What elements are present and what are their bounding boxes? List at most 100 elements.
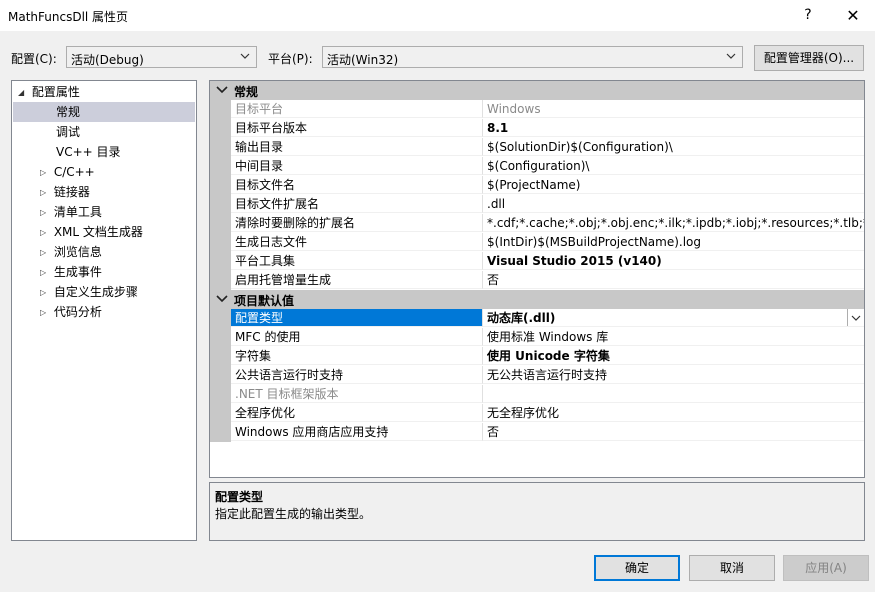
expand-triangle-icon[interactable]: ▷ [40,303,50,323]
tree-item[interactable]: ▷ 自定义生成步骤 [40,282,138,302]
property-value[interactable]: 使用标准 Windows 库 [483,328,864,346]
property-value[interactable]: 无全程序优化 [483,404,864,422]
property-row[interactable]: 生成日志文件 $(IntDir)$(MSBuildProjectName).log [210,233,864,252]
property-row[interactable]: 目标文件名 $(ProjectName) [210,176,864,195]
tree-item[interactable]: ▷ C/C++ [40,162,95,182]
tree-item[interactable]: ▷ 生成事件 [40,262,102,282]
property-value-text: $(SolutionDir)$(Configuration)\ [487,140,673,154]
expand-triangle-icon[interactable]: ▷ [40,203,50,223]
category-title: 常规 [234,85,259,99]
tree-item[interactable]: VC++ 目录 [56,142,121,162]
property-name: 目标文件名 [231,176,483,194]
property-row[interactable]: 中间目录 $(Configuration)\ [210,157,864,176]
title-bar: MathFuncsDll 属性页 ? ✕ [0,0,875,31]
property-name: 目标文件扩展名 [231,195,483,213]
platform-dropdown[interactable]: 活动(Win32) [322,46,743,68]
tree-root-config-properties[interactable]: ◢ 配置属性 [18,82,80,102]
property-row[interactable]: MFC 的使用 使用标准 Windows 库 [210,328,864,347]
property-value[interactable] [483,385,864,403]
tree-item[interactable]: ▷ XML 文档生成器 [40,222,143,242]
property-value[interactable]: 否 [483,423,864,441]
help-button[interactable]: ? [786,0,830,31]
chevron-down-icon[interactable] [216,83,228,97]
tree-item[interactable]: ▷ 浏览信息 [40,242,102,262]
chevron-down-icon [726,53,736,59]
property-value-text: $(IntDir)$(MSBuildProjectName).log [487,235,702,249]
cancel-button[interactable]: 取消 [689,555,775,581]
property-row[interactable]: .NET 目标框架版本 [210,385,864,404]
expand-triangle-icon[interactable]: ▷ [40,263,50,283]
property-value[interactable]: $(ProjectName) [483,176,864,194]
expand-triangle-icon[interactable]: ▷ [40,223,50,243]
description-text: 指定此配置生成的输出类型。 [215,507,372,521]
property-row[interactable]: 输出目录 $(SolutionDir)$(Configuration)\ [210,138,864,157]
property-name: 清除时要删除的扩展名 [231,214,483,232]
property-row[interactable]: 清除时要删除的扩展名 *.cdf;*.cache;*.obj;*.obj.enc;… [210,214,864,233]
value-dropdown-button[interactable] [847,309,864,326]
collapse-triangle-icon[interactable]: ◢ [18,83,28,103]
platform-label: 平台(P): [268,52,313,66]
tree-item[interactable]: 调试 [56,122,80,142]
chevron-down-icon [851,315,861,321]
property-row[interactable]: 目标平台版本 8.1 [210,119,864,138]
row-gutter [210,233,231,252]
grid-category[interactable]: 常规 [210,81,864,100]
property-value[interactable]: .dll [483,195,864,213]
apply-button[interactable]: 应用(A) [783,555,869,581]
property-value[interactable]: 否 [483,271,864,289]
tree-item-label: 调试 [56,125,81,139]
tree-item[interactable]: ▷ 代码分析 [40,302,102,322]
property-value[interactable]: 8.1 [483,119,864,137]
row-gutter [210,252,231,271]
property-value[interactable]: $(IntDir)$(MSBuildProjectName).log [483,233,864,251]
expand-triangle-icon[interactable]: ▷ [40,183,50,203]
property-row[interactable]: 全程序优化 无全程序优化 [210,404,864,423]
ok-button[interactable]: 确定 [594,555,680,581]
tree-item-label: C/C++ [53,165,95,179]
tree-item[interactable]: ▷ 链接器 [40,182,90,202]
property-row[interactable]: 启用托管增量生成否 [210,271,864,290]
expand-triangle-icon[interactable]: ▷ [40,163,50,183]
property-value-text: Windows [487,102,541,116]
row-gutter [210,157,231,176]
property-value[interactable]: $(SolutionDir)$(Configuration)\ [483,138,864,156]
expand-triangle-icon[interactable]: ▷ [40,283,50,303]
property-value[interactable]: *.cdf;*.cache;*.obj;*.obj.enc;*.ilk;*.ip… [483,214,864,232]
property-row[interactable]: 字符集 使用 Unicode 字符集 [210,347,864,366]
row-gutter [210,385,231,404]
tree-item[interactable]: ▷ 清单工具 [40,202,102,222]
property-row[interactable]: 公共语言运行时支持 无公共语言运行时支持 [210,366,864,385]
property-tree: ◢ 配置属性 常规 调试 VC++ 目录 ▷ C/C++ ▷ 链接器 ▷ 清单工具 ▷ XML… [11,80,197,541]
tree-item-label: 自定义生成步骤 [53,285,138,299]
property-name: 生成日志文件 [231,233,483,251]
config-dropdown[interactable]: 活动(Debug) [66,46,257,68]
expand-triangle-icon[interactable]: ▷ [40,243,50,263]
property-value-text: .dll [487,197,506,211]
row-gutter [210,138,231,157]
property-value[interactable]: 使用 Unicode 字符集 [483,347,864,365]
platform-value: 活动(Win32) [327,53,399,67]
property-value[interactable]: Windows [483,100,864,118]
property-value[interactable]: $(Configuration)\ [483,157,864,175]
property-row[interactable]: 平台工具集 Visual Studio 2015 (v140) [210,252,864,271]
row-gutter [210,271,231,290]
config-manager-button[interactable]: 配置管理器(O)... [754,45,864,71]
chevron-down-icon[interactable] [216,292,228,306]
property-value[interactable]: Visual Studio 2015 (v140) [483,252,864,270]
property-value[interactable]: 动态库(.dll) [483,309,864,327]
tree-root-label: 配置属性 [31,85,80,99]
config-label: 配置(C): [11,52,57,66]
config-value: 活动(Debug) [71,53,144,67]
tree-item-label: 浏览信息 [53,245,102,259]
grid-category[interactable]: 项目默认值 [210,290,864,309]
property-row[interactable]: 目标文件扩展名 .dll [210,195,864,214]
row-gutter [210,214,231,233]
close-button[interactable]: ✕ [831,0,875,31]
property-row[interactable]: 目标平台 Windows [210,100,864,119]
tree-item[interactable]: 常规 [13,102,195,122]
tree-item-label: 清单工具 [53,205,102,219]
property-row[interactable]: Windows 应用商店应用支持否 [210,423,864,442]
property-row[interactable]: 配置类型 动态库(.dll) [210,309,864,328]
property-value[interactable]: 无公共语言运行时支持 [483,366,864,384]
description-panel: 配置类型 指定此配置生成的输出类型。 [209,482,865,541]
